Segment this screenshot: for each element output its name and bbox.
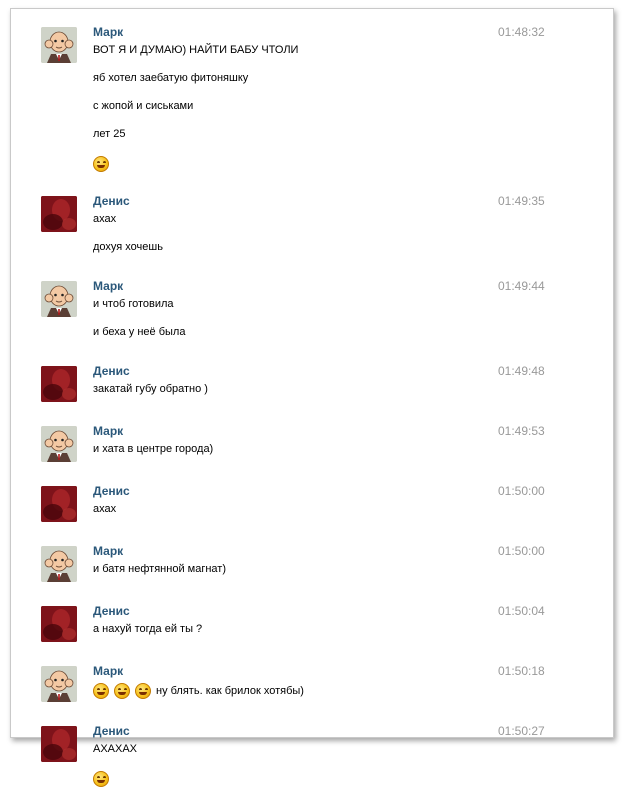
message-time: 01:49:53: [498, 424, 545, 438]
message-text-content: АХАХАХ: [93, 743, 138, 756]
message-text: и беха у неё была: [93, 326, 185, 338]
message-time: 01:50:18: [498, 664, 545, 678]
message-text: лет 25: [93, 128, 126, 140]
message-text: и хата в центре города): [93, 443, 213, 455]
message-text: и батя нефтянной магнат): [93, 563, 226, 575]
message-text: яб хотел заебатую фитоняшку: [93, 72, 248, 84]
message-text-content: и чтоб готовила: [93, 298, 174, 311]
message-time: 01:50:00: [498, 484, 545, 498]
mark-avatar[interactable]: [41, 426, 77, 462]
message-text-content: и беха у неё была: [93, 326, 186, 339]
message-text: ну блять. как брилок хотябы): [93, 683, 304, 699]
denis-avatar[interactable]: [41, 726, 77, 762]
message-time: 01:49:48: [498, 364, 545, 378]
message-time: 01:50:04: [498, 604, 545, 618]
message-text: ахах: [93, 213, 116, 225]
denis-avatar[interactable]: [41, 606, 77, 642]
author-name[interactable]: Денис: [93, 724, 130, 738]
message-time: 01:49:35: [498, 194, 545, 208]
author-name[interactable]: Марк: [93, 279, 123, 293]
message-text: ахах: [93, 503, 116, 515]
message-text-content: ВОТ Я И ДУМАЮ) НАЙТИ БАБУ ЧТОЛИ: [93, 44, 299, 57]
message-text-content: яб хотел заебатую фитоняшку: [93, 72, 249, 85]
message-time: 01:50:00: [498, 544, 545, 558]
laughing-smile-icon: [93, 683, 109, 699]
message-text: ВОТ Я И ДУМАЮ) НАЙТИ БАБУ ЧТОЛИ: [93, 44, 298, 56]
message-text-content: и хата в центре города): [93, 443, 214, 456]
message-text-content: и батя нефтянной магнат): [93, 563, 226, 576]
message-text-content: с жопой и сиськами: [93, 100, 194, 113]
mark-avatar[interactable]: [41, 281, 77, 317]
message-text-content: дохуя хочешь: [93, 241, 163, 254]
author-name[interactable]: Марк: [93, 664, 123, 678]
message-text: закатай губу обратно ): [93, 383, 208, 395]
message-text-content: ахах: [93, 213, 117, 226]
message-text-content: ахах: [93, 503, 117, 516]
mark-avatar[interactable]: [41, 666, 77, 702]
author-name[interactable]: Марк: [93, 25, 123, 39]
mark-avatar[interactable]: [41, 27, 77, 63]
author-name[interactable]: Денис: [93, 484, 130, 498]
message-text: и чтоб готовила: [93, 298, 174, 310]
message-text: а нахуй тогда ей ты ?: [93, 623, 202, 635]
laughing-smile-icon: [93, 156, 109, 172]
laughing-smile-icon: [135, 683, 151, 699]
laughing-smile-icon: [93, 771, 109, 787]
denis-avatar[interactable]: [41, 486, 77, 522]
message-text-content: а нахуй тогда ей ты ?: [93, 623, 203, 636]
mark-avatar[interactable]: [41, 546, 77, 582]
denis-avatar[interactable]: [41, 196, 77, 232]
author-name[interactable]: Денис: [93, 604, 130, 618]
message-text-content: лет 25: [93, 128, 126, 141]
message-time: 01:50:27: [498, 724, 545, 738]
message-time: 01:49:44: [498, 279, 545, 293]
author-name[interactable]: Марк: [93, 544, 123, 558]
message-text-content: ну блять. как брилок хотябы): [156, 685, 304, 697]
message-text: [93, 771, 114, 787]
message-time: 01:48:32: [498, 25, 545, 39]
chat-window: Марк 01:48:32 ВОТ Я И ДУМАЮ) НАЙТИ БАБУ ЧТ…: [10, 8, 614, 787]
denis-avatar[interactable]: [41, 366, 77, 402]
laughing-smile-icon: [114, 683, 130, 699]
author-name[interactable]: Марк: [93, 424, 123, 438]
message-text: дохуя хочешь: [93, 241, 163, 253]
message-text-content: закатай губу обратно ): [93, 383, 208, 396]
message-text: с жопой и сиськами: [93, 100, 193, 112]
message-text: [93, 156, 114, 172]
message-text: АХАХАХ: [93, 743, 137, 755]
author-name[interactable]: Денис: [93, 194, 130, 208]
author-name[interactable]: Денис: [93, 364, 130, 378]
